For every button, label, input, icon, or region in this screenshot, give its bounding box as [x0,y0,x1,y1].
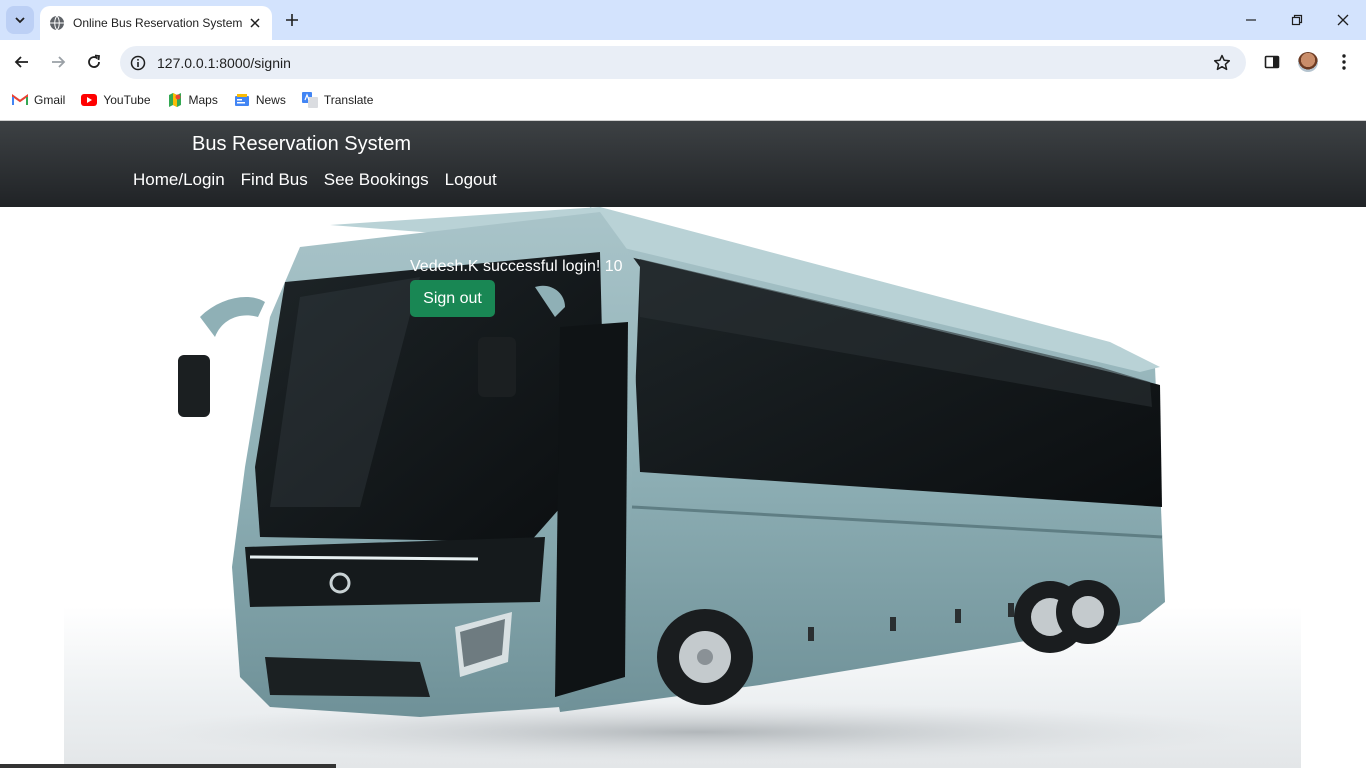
reload-icon [88,54,101,68]
bottom-edge-line [0,764,336,768]
bookmark-label: Translate [323,93,374,107]
nav-link-see-bookings[interactable]: See Bookings [324,170,429,190]
minimize-button[interactable] [1228,0,1274,40]
nav-link-find-bus[interactable]: Find Bus [241,170,308,190]
browser-toolbar: 127.0.0.1:8000/signin [0,40,1366,85]
bookmark-star-icon[interactable] [1212,53,1232,73]
restore-button[interactable] [1274,0,1320,40]
arrow-right-icon [52,56,66,68]
profile-button[interactable] [1294,48,1322,76]
bookmark-maps[interactable]: Maps [167,92,218,108]
sign-out-button[interactable]: Sign out [410,280,495,317]
kebab-menu-icon [1342,54,1346,70]
arrow-left-icon [14,56,28,68]
menu-button[interactable] [1330,48,1358,76]
nav-links: Home/Login Find Bus See Bookings Logout [133,170,513,190]
gmail-icon [12,92,28,108]
restore-icon [1291,14,1303,26]
news-icon [234,92,250,108]
bookmarks-bar: Gmail YouTube Maps News Translate [0,85,1366,115]
bookmark-news[interactable]: News [234,92,286,108]
close-window-button[interactable] [1320,0,1366,40]
side-panel-button[interactable] [1258,48,1286,76]
browser-tab-strip: Online Bus Reservation System [0,0,1366,40]
page-content: Bus Reservation System Home/Login Find B… [0,121,1366,768]
minimize-icon [1246,19,1256,21]
plus-icon [286,14,298,26]
reload-button[interactable] [80,48,108,76]
browser-tab[interactable]: Online Bus Reservation System [40,6,272,40]
bookmark-gmail[interactable]: Gmail [12,92,65,108]
youtube-icon [81,92,98,108]
maps-icon [167,92,183,108]
nav-link-home-login[interactable]: Home/Login [133,170,225,190]
site-brand[interactable]: Bus Reservation System [192,133,411,156]
bookmark-translate[interactable]: Translate [301,92,374,108]
bus-image [140,207,1260,762]
close-icon [1337,14,1349,26]
login-success-message: Vedesh.K successful login! 10 [410,258,623,275]
back-button[interactable] [8,48,36,76]
chevron-down-icon [15,17,25,24]
tab-search-button[interactable] [6,6,34,34]
bookmark-label: Maps [188,93,218,107]
avatar [1298,52,1318,72]
tab-title: Online Bus Reservation System [73,16,242,30]
bookmark-label: News [255,93,286,107]
nav-link-logout[interactable]: Logout [445,170,497,190]
bookmark-youtube[interactable]: YouTube [81,92,151,108]
hero-section: Vedesh.K successful login! 10 Sign out [0,207,1366,768]
bookmark-label: Gmail [34,93,66,107]
address-bar[interactable]: 127.0.0.1:8000/signin [120,46,1246,79]
bookmark-label: YouTube [103,93,151,107]
globe-icon [49,15,65,31]
site-navbar: Bus Reservation System Home/Login Find B… [0,121,1366,207]
close-tab-icon[interactable] [246,14,264,32]
forward-button[interactable] [44,48,72,76]
site-info-icon[interactable] [128,53,148,73]
translate-icon [301,92,318,108]
url-text[interactable]: 127.0.0.1:8000/signin [157,55,291,71]
side-panel-icon [1264,55,1280,69]
new-tab-button[interactable] [280,8,304,32]
